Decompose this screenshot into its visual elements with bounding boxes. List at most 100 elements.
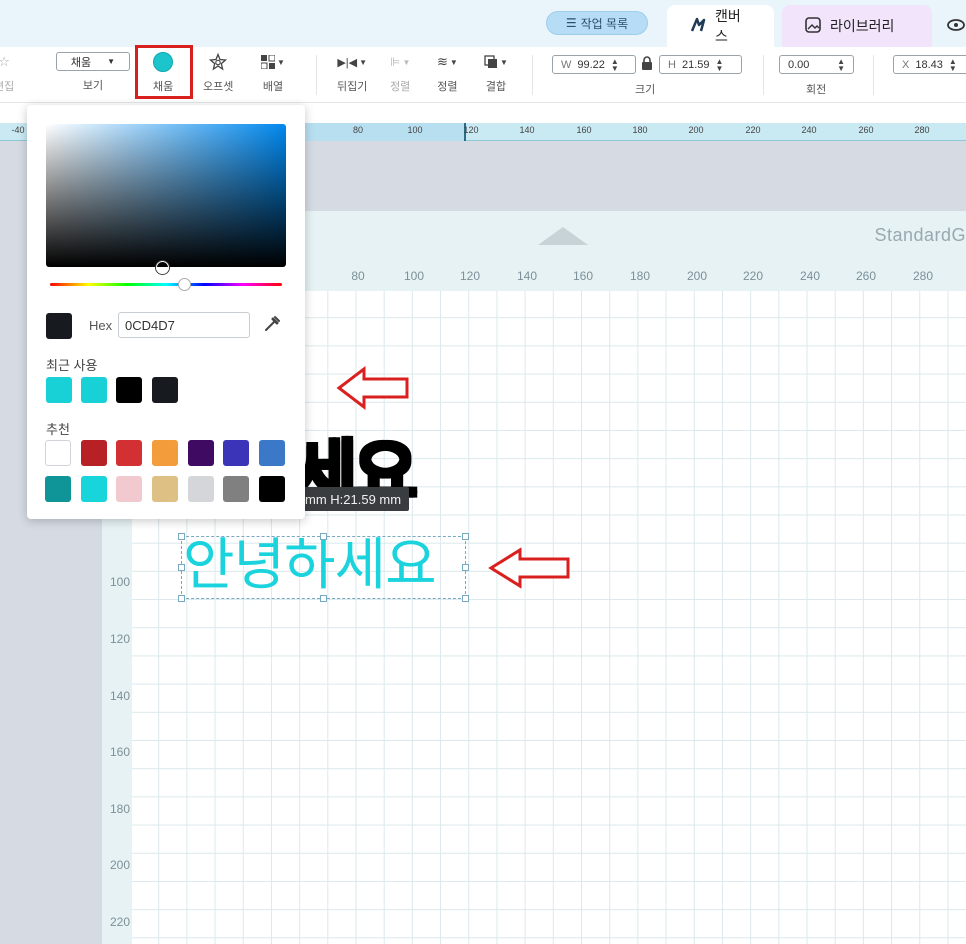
mat-y-tick: 120 — [109, 632, 130, 646]
size-tooltip: mm H:21.59 mm — [297, 487, 410, 511]
resize-handle[interactable] — [320, 595, 327, 602]
size-label: 크기 — [635, 84, 656, 96]
star-outline-icon: ☆ — [0, 54, 10, 69]
recommended-color-swatch[interactable] — [45, 476, 71, 502]
list-icon: ☰ — [565, 16, 577, 30]
resize-handle[interactable] — [178, 595, 185, 602]
ruler-tick-label: 140 — [519, 125, 535, 135]
recommended-color-swatch[interactable] — [259, 476, 285, 502]
sort-tool[interactable]: ≋ ▼ 정렬 — [437, 52, 458, 94]
toolbar-divider — [316, 55, 317, 95]
mat-up-arrow-icon[interactable] — [538, 227, 588, 245]
flip-label: 뒤집기 — [337, 81, 368, 93]
recent-color-swatch[interactable] — [46, 377, 72, 403]
flip-icon: ▶|◀ ▼ — [337, 56, 368, 69]
recent-color-swatch[interactable] — [116, 377, 142, 403]
arrange-tool[interactable]: ▼ 배열 — [261, 52, 285, 94]
height-field[interactable]: H 21.59 ▲ ▼ — [659, 55, 742, 74]
rotation-label: 회전 — [806, 84, 827, 96]
recommended-color-swatch[interactable] — [188, 476, 214, 502]
saturation-cursor[interactable] — [156, 261, 169, 274]
hue-slider[interactable] — [50, 283, 282, 286]
mat-x-tick: 200 — [686, 269, 708, 283]
recommended-color-swatch[interactable] — [223, 440, 249, 466]
view-select[interactable]: 채움 ▼ — [56, 52, 130, 71]
top-tab-bar: ☰ 작업 목록 캔버스 라이브러리 — [0, 0, 966, 47]
ruler-tick-label: 180 — [632, 125, 648, 135]
fill-highlight-box — [135, 45, 193, 99]
selected-text-object[interactable]: 안녕하세요 — [183, 530, 437, 602]
recommended-colors-title: 추천 — [46, 422, 70, 437]
recommended-color-swatch[interactable] — [45, 440, 71, 466]
image-icon — [804, 16, 822, 37]
flip-tool[interactable]: ▶|◀ ▼ 뒤집기 — [337, 52, 367, 94]
current-color-swatch — [46, 313, 72, 339]
rotation-value: 0.00 — [788, 58, 810, 71]
dropdown-arrow-icon: ▼ — [107, 57, 116, 66]
canvas-icon — [689, 16, 707, 37]
resize-handle[interactable] — [178, 533, 185, 540]
combine-tool[interactable]: ▼ 결합 — [484, 52, 508, 94]
recommended-color-swatch[interactable] — [259, 440, 285, 466]
red-arrow-left-icon — [488, 547, 570, 589]
resize-handle[interactable] — [462, 533, 469, 540]
resize-handle[interactable] — [462, 564, 469, 571]
saturation-value-area[interactable] — [46, 124, 286, 274]
mat-x-tick: 280 — [912, 269, 934, 283]
recommended-color-swatch[interactable] — [152, 476, 178, 502]
recent-color-swatch[interactable] — [152, 377, 178, 403]
recommended-color-swatch[interactable] — [81, 440, 107, 466]
width-stepper-icon[interactable]: ▲ ▼ — [611, 57, 619, 72]
offset-tool[interactable]: 오프셋 — [203, 52, 233, 94]
align-icon: ⊫ ▼ — [390, 55, 411, 69]
worklist-button[interactable]: ☰ 작업 목록 — [546, 11, 648, 35]
toolbar-divider — [532, 55, 533, 95]
x-position-field[interactable]: X 18.43 ▲ ▼ — [893, 55, 966, 74]
align-label: 정렬 — [390, 81, 411, 93]
ruler-tick-label: 120 — [463, 125, 479, 135]
edit-label: 편집 — [0, 81, 15, 93]
align-tool[interactable]: ⊫ ▼ 정렬 — [390, 52, 410, 94]
recommended-color-swatch[interactable] — [116, 440, 142, 466]
tab-library[interactable]: 라이브러리 — [782, 5, 932, 47]
edit-tool[interactable]: ☆ 편집 — [0, 52, 14, 94]
x-stepper-icon[interactable]: ▲ ▼ — [949, 57, 957, 72]
x-value: 18.43 — [915, 58, 943, 71]
width-value: 99.22 — [577, 58, 605, 71]
tab-canvas[interactable]: 캔버스 — [667, 5, 774, 47]
mat-label: StandardG — [874, 225, 966, 245]
recommended-color-swatch[interactable] — [152, 440, 178, 466]
color-picker-popover: Hex 최근 사용 추천 — [27, 105, 305, 519]
ruler-selection-range — [300, 123, 466, 141]
resize-handle[interactable] — [462, 595, 469, 602]
hue-slider-knob[interactable] — [178, 278, 191, 291]
hex-input[interactable] — [118, 312, 250, 338]
ruler-tick-label: 100 — [407, 125, 423, 135]
lock-icon[interactable] — [641, 56, 653, 73]
tab-canvas-label: 캔버스 — [715, 8, 741, 44]
tab-more[interactable] — [936, 5, 966, 47]
recommended-color-swatch[interactable] — [116, 476, 142, 502]
height-prefix: H — [668, 58, 676, 71]
mat-y-tick: 220 — [109, 915, 130, 929]
width-field[interactable]: W 99.22 ▲ ▼ — [552, 55, 636, 74]
mat-y-tick: 180 — [109, 802, 130, 816]
mat-x-tick: 120 — [459, 269, 481, 283]
height-stepper-icon[interactable]: ▲ ▼ — [715, 57, 723, 72]
mat-x-tick: 80 — [351, 269, 365, 283]
rotation-stepper-icon[interactable]: ▲ ▼ — [837, 57, 845, 72]
resize-handle[interactable] — [178, 564, 185, 571]
recommended-color-swatch[interactable] — [188, 440, 214, 466]
mat-x-tick: 140 — [516, 269, 538, 283]
recent-color-swatch[interactable] — [81, 377, 107, 403]
view-label: 보기 — [82, 80, 104, 92]
rotation-field[interactable]: 0.00 ▲ ▼ — [779, 55, 854, 74]
offset-label: 오프셋 — [203, 81, 234, 93]
sync-icon — [946, 16, 966, 37]
recent-colors-title: 최근 사용 — [46, 358, 98, 373]
resize-handle[interactable] — [320, 533, 327, 540]
eyedropper-icon[interactable] — [262, 314, 282, 334]
recommended-color-swatch[interactable] — [223, 476, 249, 502]
arrange-icon: ▼ — [261, 52, 285, 72]
recommended-color-swatch[interactable] — [81, 476, 107, 502]
